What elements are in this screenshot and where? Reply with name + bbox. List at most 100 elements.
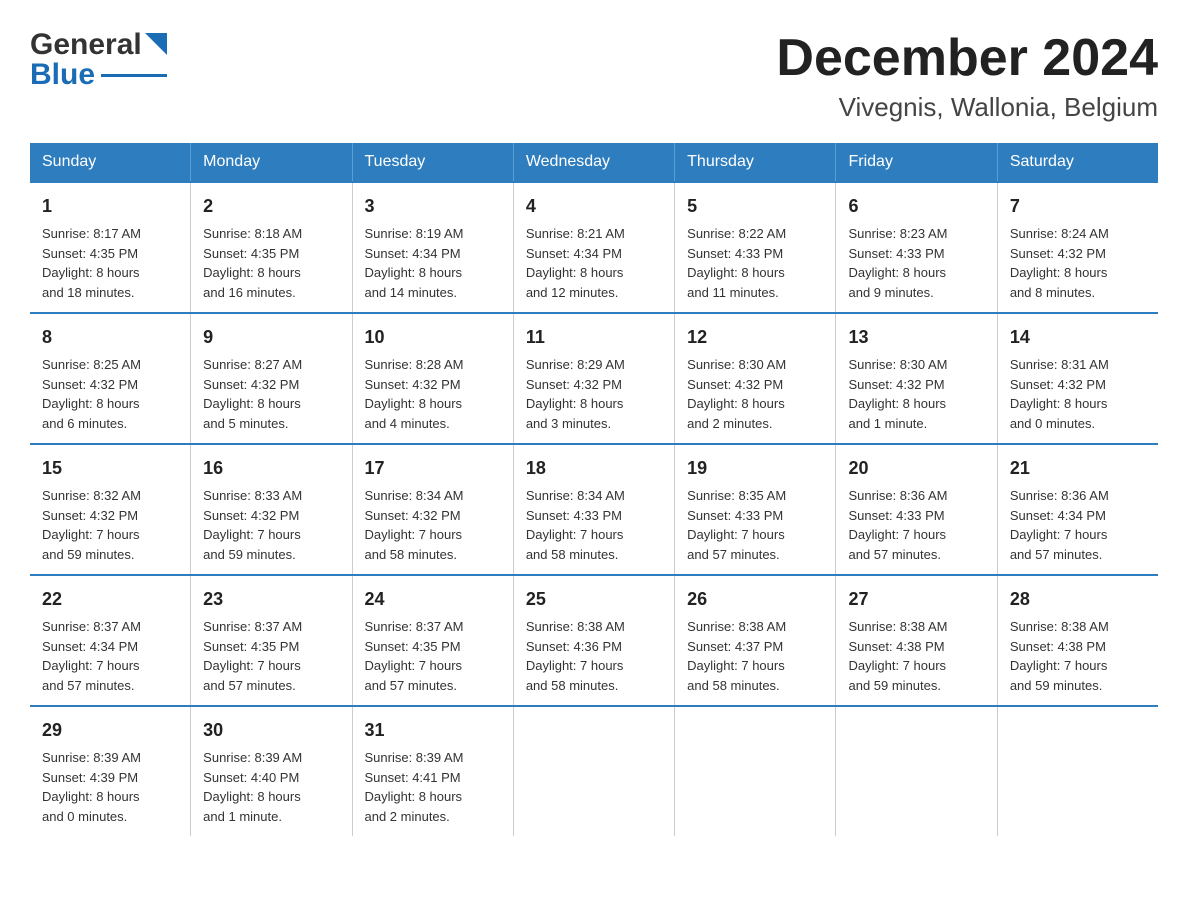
day-info: Sunrise: 8:38 AMSunset: 4:38 PMDaylight:… (848, 617, 984, 695)
day-number: 30 (203, 717, 339, 744)
sunset-text: Sunset: 4:32 PM (365, 506, 501, 526)
daylight-text: Daylight: 7 hours (848, 525, 984, 545)
daylight-minutes-text: and 16 minutes. (203, 283, 339, 303)
calendar-cell: 24Sunrise: 8:37 AMSunset: 4:35 PMDayligh… (352, 575, 513, 706)
calendar-cell: 10Sunrise: 8:28 AMSunset: 4:32 PMDayligh… (352, 313, 513, 444)
calendar-cell: 28Sunrise: 8:38 AMSunset: 4:38 PMDayligh… (997, 575, 1158, 706)
daylight-minutes-text: and 57 minutes. (848, 545, 984, 565)
day-info: Sunrise: 8:34 AMSunset: 4:33 PMDaylight:… (526, 486, 662, 564)
calendar-cell: 25Sunrise: 8:38 AMSunset: 4:36 PMDayligh… (513, 575, 674, 706)
daylight-text: Daylight: 8 hours (1010, 263, 1146, 283)
daylight-minutes-text: and 0 minutes. (42, 807, 178, 827)
calendar-cell (836, 706, 997, 836)
daylight-minutes-text: and 12 minutes. (526, 283, 662, 303)
daylight-text: Daylight: 7 hours (687, 656, 823, 676)
day-number: 12 (687, 324, 823, 351)
logo-general-text: General (30, 30, 142, 60)
calendar-cell: 1Sunrise: 8:17 AMSunset: 4:35 PMDaylight… (30, 182, 191, 313)
day-info: Sunrise: 8:39 AMSunset: 4:40 PMDaylight:… (203, 748, 339, 826)
sunset-text: Sunset: 4:33 PM (848, 244, 984, 264)
daylight-minutes-text: and 57 minutes. (1010, 545, 1146, 565)
day-info: Sunrise: 8:36 AMSunset: 4:33 PMDaylight:… (848, 486, 984, 564)
daylight-text: Daylight: 8 hours (203, 787, 339, 807)
daylight-minutes-text: and 11 minutes. (687, 283, 823, 303)
daylight-text: Daylight: 7 hours (526, 656, 662, 676)
day-number: 28 (1010, 586, 1146, 613)
day-info: Sunrise: 8:37 AMSunset: 4:35 PMDaylight:… (203, 617, 339, 695)
page-title: December 2024 (776, 30, 1158, 87)
sunset-text: Sunset: 4:35 PM (203, 637, 339, 657)
day-info: Sunrise: 8:37 AMSunset: 4:35 PMDaylight:… (365, 617, 501, 695)
daylight-minutes-text: and 57 minutes. (365, 676, 501, 696)
day-number: 20 (848, 455, 984, 482)
sunset-text: Sunset: 4:32 PM (42, 506, 178, 526)
daylight-minutes-text: and 8 minutes. (1010, 283, 1146, 303)
day-number: 5 (687, 193, 823, 220)
sunrise-text: Sunrise: 8:36 AM (1010, 486, 1146, 506)
daylight-minutes-text: and 4 minutes. (365, 414, 501, 434)
daylight-minutes-text: and 18 minutes. (42, 283, 178, 303)
daylight-text: Daylight: 7 hours (1010, 525, 1146, 545)
sunset-text: Sunset: 4:38 PM (1010, 637, 1146, 657)
calendar-cell: 16Sunrise: 8:33 AMSunset: 4:32 PMDayligh… (191, 444, 352, 575)
calendar-header-row: SundayMondayTuesdayWednesdayThursdayFrid… (30, 143, 1158, 182)
daylight-text: Daylight: 7 hours (365, 525, 501, 545)
sunrise-text: Sunrise: 8:27 AM (203, 355, 339, 375)
daylight-text: Daylight: 8 hours (203, 263, 339, 283)
daylight-text: Daylight: 8 hours (42, 787, 178, 807)
sunset-text: Sunset: 4:32 PM (687, 375, 823, 395)
sunset-text: Sunset: 4:32 PM (1010, 375, 1146, 395)
daylight-minutes-text: and 59 minutes. (203, 545, 339, 565)
calendar-cell: 14 Sunrise: 8:31 AMSunset: 4:32 PMDayligh… (997, 313, 1158, 444)
sunset-text: Sunset: 4:35 PM (365, 637, 501, 657)
daylight-text: Daylight: 8 hours (365, 263, 501, 283)
day-number: 25 (526, 586, 662, 613)
sunrise-text: Sunrise: 8:32 AM (42, 486, 178, 506)
calendar-week-4: 22Sunrise: 8:37 AMSunset: 4:34 PMDayligh… (30, 575, 1158, 706)
sunset-text: Sunset: 4:41 PM (365, 768, 501, 788)
calendar-cell: 2Sunrise: 8:18 AMSunset: 4:35 PMDaylight… (191, 182, 352, 313)
daylight-text: Daylight: 7 hours (203, 656, 339, 676)
daylight-minutes-text: and 57 minutes. (203, 676, 339, 696)
sunrise-text: Sunrise: 8:19 AM (365, 224, 501, 244)
calendar-cell: 23Sunrise: 8:37 AMSunset: 4:35 PMDayligh… (191, 575, 352, 706)
calendar-cell: 6Sunrise: 8:23 AMSunset: 4:33 PMDaylight… (836, 182, 997, 313)
day-info: Sunrise: 8:31 AMSunset: 4:32 PMDaylight:… (1010, 355, 1146, 433)
calendar-header-monday: Monday (191, 143, 352, 182)
daylight-minutes-text: and 5 minutes. (203, 414, 339, 434)
sunset-text: Sunset: 4:34 PM (365, 244, 501, 264)
sunrise-text: Sunrise: 8:25 AM (42, 355, 178, 375)
day-info: Sunrise: 8:18 AMSunset: 4:35 PMDaylight:… (203, 224, 339, 302)
day-info: Sunrise: 8:32 AMSunset: 4:32 PMDaylight:… (42, 486, 178, 564)
daylight-minutes-text: and 59 minutes. (42, 545, 178, 565)
daylight-text: Daylight: 8 hours (365, 787, 501, 807)
daylight-text: Daylight: 8 hours (203, 394, 339, 414)
day-info: Sunrise: 8:30 AMSunset: 4:32 PMDaylight:… (848, 355, 984, 433)
daylight-minutes-text: and 1 minute. (848, 414, 984, 434)
daylight-minutes-text: and 59 minutes. (848, 676, 984, 696)
calendar-cell: 31Sunrise: 8:39 AMSunset: 4:41 PMDayligh… (352, 706, 513, 836)
calendar-week-3: 15Sunrise: 8:32 AMSunset: 4:32 PMDayligh… (30, 444, 1158, 575)
day-number: 7 (1010, 193, 1146, 220)
daylight-text: Daylight: 7 hours (42, 656, 178, 676)
day-number: 14 (1010, 324, 1146, 351)
calendar-cell: 8Sunrise: 8:25 AMSunset: 4:32 PMDaylight… (30, 313, 191, 444)
sunset-text: Sunset: 4:34 PM (526, 244, 662, 264)
calendar-cell: 21Sunrise: 8:36 AMSunset: 4:34 PMDayligh… (997, 444, 1158, 575)
day-info: Sunrise: 8:38 AMSunset: 4:37 PMDaylight:… (687, 617, 823, 695)
day-info: Sunrise: 8:19 AMSunset: 4:34 PMDaylight:… (365, 224, 501, 302)
sunset-text: Sunset: 4:40 PM (203, 768, 339, 788)
calendar-cell: 11Sunrise: 8:29 AMSunset: 4:32 PMDayligh… (513, 313, 674, 444)
daylight-text: Daylight: 8 hours (848, 263, 984, 283)
calendar-cell: 12Sunrise: 8:30 AMSunset: 4:32 PMDayligh… (675, 313, 836, 444)
daylight-minutes-text: and 58 minutes. (687, 676, 823, 696)
day-number: 19 (687, 455, 823, 482)
daylight-text: Daylight: 7 hours (526, 525, 662, 545)
calendar-header-thursday: Thursday (675, 143, 836, 182)
day-number: 6 (848, 193, 984, 220)
logo-blue-text: Blue (30, 58, 95, 92)
day-number: 3 (365, 193, 501, 220)
daylight-text: Daylight: 7 hours (203, 525, 339, 545)
sunset-text: Sunset: 4:37 PM (687, 637, 823, 657)
sunrise-text: Sunrise: 8:38 AM (526, 617, 662, 637)
